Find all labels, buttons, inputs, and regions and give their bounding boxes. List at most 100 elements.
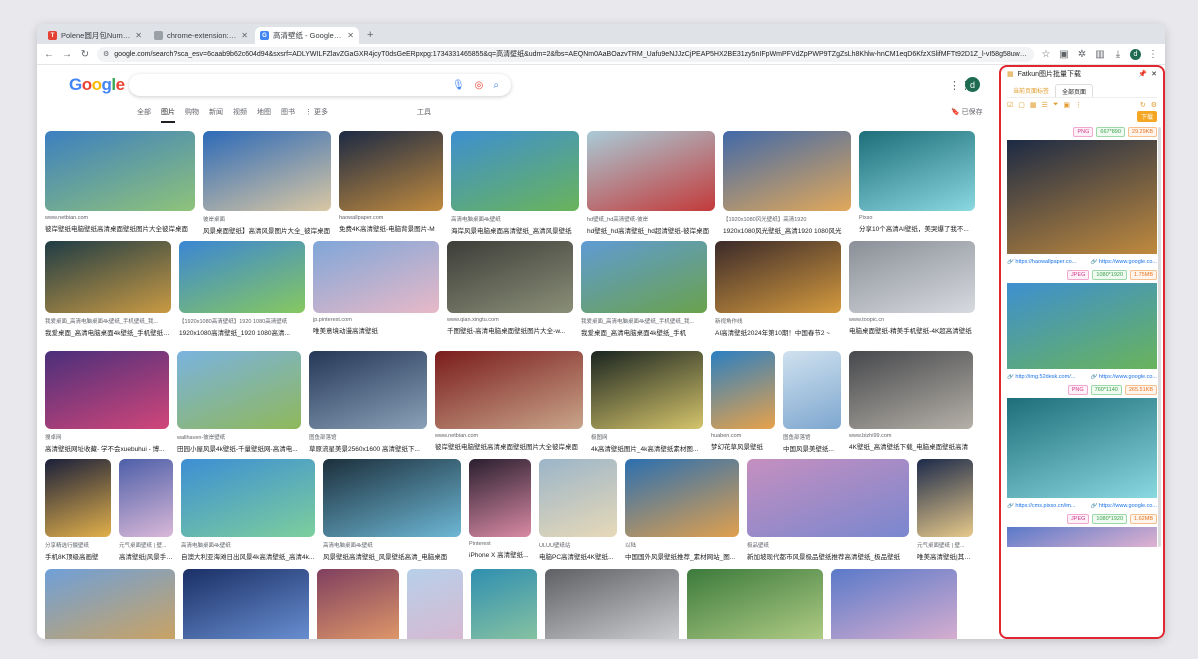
image-caption[interactable]: 电脑桌面壁纸-精美手机壁纸-4K超高清壁纸	[849, 325, 975, 335]
image-thumbnail[interactable]	[45, 459, 111, 537]
image-result[interactable]: 图鱼部落馆草原流星美景2560x1600 高清壁纸下...	[309, 351, 427, 453]
image-source[interactable]: 高清电脑桌面4k壁纸	[181, 541, 315, 549]
image-result[interactable]: 【1920x1080风光壁纸】高清1920 1920x1080风光壁纸_高清192…	[723, 131, 851, 235]
image-source[interactable]: 我爱桌面_高清电脑桌面4k壁纸_手机壁纸_我...	[45, 317, 171, 325]
image-source[interactable]: Pinterest	[469, 541, 531, 547]
search-tab[interactable]: 全部	[137, 107, 151, 123]
image-source[interactable]: www.qian.xingtu.com	[447, 317, 573, 323]
image-caption[interactable]: iPhone X 高清壁纸...	[469, 549, 531, 559]
image-result[interactable]	[317, 569, 399, 639]
browser-tab[interactable]: T Polene圆月包Number Nine 最✕	[43, 27, 147, 44]
account-avatar[interactable]: d	[965, 77, 980, 92]
download-button[interactable]: 下载	[1136, 111, 1157, 122]
image-caption[interactable]: AI高清壁纸2024年第10期！中国春节2 ~	[715, 327, 841, 337]
image-thumbnail[interactable]	[723, 131, 851, 211]
image-result[interactable]: wallhaven-彼岸壁纸 田园小屋风景4k壁纸-千量壁纸网-高清电...	[177, 351, 301, 453]
image-thumbnail[interactable]	[831, 569, 957, 639]
image-result[interactable]: 高清电脑桌面4k壁纸 自澳大利亚海滩日出风景4k高清壁纸_高清4k...	[181, 459, 315, 561]
image-thumbnail[interactable]	[747, 459, 909, 537]
image-source[interactable]: 高清电脑桌面4k壁纸	[451, 215, 579, 223]
image-result[interactable]: www.qian.xingtu.com 千图壁纸-高清电脑桌面壁纸图片大全-w..…	[447, 241, 573, 337]
image-thumbnail[interactable]	[625, 459, 739, 537]
search-tab[interactable]: 新闻	[209, 107, 223, 123]
image-thumbnail[interactable]	[119, 459, 173, 537]
image-result[interactable]: 高清电脑桌面4k壁纸 海岸风景电脑桌面高清壁纸_高清风景壁纸	[451, 131, 579, 235]
image-caption[interactable]: 免费4K高清壁纸-电脑背景图片-M	[339, 223, 443, 233]
saved-button[interactable]: 🔖 已保存	[951, 107, 983, 117]
image-caption[interactable]: hd壁纸_hd高清壁纸_hd超清壁纸-彼岸桌面	[587, 225, 715, 235]
image-result[interactable]: hd壁纸_hd高清壁纸-彼岸 hd壁纸_hd高清壁纸_hd超清壁纸-彼岸桌面	[587, 131, 715, 235]
image-result[interactable]: haowallpaper.com 免费4K高清壁纸-电脑背景图片-M	[339, 131, 443, 235]
image-source[interactable]: 新视角作线	[715, 317, 841, 325]
image-caption[interactable]: 中国风景美壁纸...	[783, 443, 841, 453]
forward-icon[interactable]: →	[61, 49, 73, 60]
search-tab[interactable]: 购物	[185, 107, 199, 123]
image-thumbnail[interactable]	[45, 241, 171, 313]
side-panel-icon[interactable]: ▥	[1094, 49, 1106, 60]
panel-image-item[interactable]: JPEG 1080*1920 1.75MB 🔗 http://img.52des…	[1007, 270, 1157, 380]
new-tab-button[interactable]: +	[361, 29, 379, 44]
filter-icon[interactable]: ⏷	[1053, 101, 1059, 109]
image-thumbnail[interactable]	[179, 241, 305, 313]
image-caption[interactable]: 新加坡现代都市风景极品壁纸推荐高清壁纸_极品壁纸	[747, 551, 909, 561]
image-result[interactable]: jp.pinterest.com 唯美意境动漫高清壁纸	[313, 241, 439, 337]
search-tab[interactable]: 图书	[281, 107, 295, 123]
image-thumbnail[interactable]	[407, 569, 463, 639]
search-box[interactable]: 🎙 ◎ ⌕	[129, 74, 511, 96]
select-all-icon[interactable]: ☑	[1007, 101, 1013, 109]
panel-scrollbar[interactable]	[1158, 127, 1161, 547]
image-result[interactable]	[687, 569, 823, 639]
image-thumbnail[interactable]	[917, 459, 973, 537]
panel-image-item[interactable]: PNG 760*1140 265.51KB 🔗 https://cms.pixs…	[1007, 385, 1157, 509]
image-thumbnail[interactable]	[591, 351, 703, 429]
image-source[interactable]: hd壁纸_hd高清壁纸-彼岸	[587, 215, 715, 223]
image-source[interactable]: www.toopic.cn	[849, 317, 975, 323]
image-caption[interactable]: 手机8K顶级高画壁	[45, 551, 111, 561]
refresh-icon[interactable]: ↻	[1140, 101, 1146, 109]
panel-image-preview[interactable]	[1007, 527, 1157, 547]
page-url-link[interactable]: 🔗 https://www.google.co...	[1091, 259, 1157, 265]
image-result[interactable]: 极图网 4k高清壁纸图片_4k高清壁纸素材图...	[591, 351, 703, 453]
puzzle-icon[interactable]: ✲	[1076, 49, 1088, 60]
image-thumbnail[interactable]	[687, 569, 823, 639]
panel-image-item[interactable]: PNG 667*890 29.29KB 🔗 https://haowallpap…	[1007, 127, 1157, 265]
image-result[interactable]	[183, 569, 309, 639]
search-tab[interactable]: 图片	[161, 107, 175, 123]
image-caption[interactable]: 草原流星美景2560x1600 高清壁纸下...	[309, 443, 427, 453]
close-icon[interactable]: ✕	[1151, 70, 1157, 78]
image-source[interactable]: 彼岸桌面	[203, 215, 331, 223]
image-caption[interactable]: 高清壁纸|风景手机...	[119, 551, 173, 561]
address-bar[interactable]: ⚙ google.com/search?sca_esv=6caab9b62c60…	[97, 46, 1034, 62]
image-caption[interactable]: 高清壁纸网址收藏- 学不会xuebuhui - 博...	[45, 443, 169, 453]
image-source[interactable]: ULUU壁纸站	[539, 541, 617, 549]
tab-close-icon[interactable]: ✕	[135, 31, 142, 40]
extension-icon[interactable]: ▣	[1058, 49, 1070, 60]
more-icon[interactable]: ⋮	[1075, 101, 1082, 109]
image-thumbnail[interactable]	[469, 459, 531, 537]
settings-icon[interactable]: ⚙	[1151, 101, 1157, 109]
image-source[interactable]: 图鱼部落馆	[309, 433, 427, 441]
image-result[interactable]: 彼岸桌面 风景桌面壁纸】高清风景图片大全_彼岸桌面	[203, 131, 331, 235]
image-thumbnail[interactable]	[471, 569, 537, 639]
image-thumbnail[interactable]	[435, 351, 583, 429]
image-source[interactable]: 我爱桌面_高清电脑桌面4k壁纸_手机壁纸_我...	[581, 317, 707, 325]
image-thumbnail[interactable]	[451, 131, 579, 211]
image-thumbnail[interactable]	[181, 459, 315, 537]
image-thumbnail[interactable]	[317, 569, 399, 639]
pin-icon[interactable]: 📌	[1138, 70, 1147, 78]
image-thumbnail[interactable]	[849, 351, 973, 429]
search-icon[interactable]: ⌕	[493, 80, 499, 91]
image-result[interactable]: 新视角作线 AI高清壁纸2024年第10期！中国春节2 ~	[715, 241, 841, 337]
image-source[interactable]: 搜卓网	[45, 433, 169, 441]
menu-icon[interactable]: ⋮	[1147, 49, 1159, 60]
image-thumbnail[interactable]	[539, 459, 617, 537]
panel-image-preview[interactable]	[1007, 398, 1157, 498]
image-thumbnail[interactable]	[309, 351, 427, 429]
image-thumbnail[interactable]	[45, 131, 195, 211]
back-icon[interactable]: ←	[43, 49, 55, 60]
google-logo[interactable]: Google	[69, 75, 125, 95]
image-caption[interactable]: 梦幻花草风景壁纸	[711, 441, 775, 451]
tab-close-icon[interactable]: ✕	[241, 31, 248, 40]
image-thumbnail[interactable]	[859, 131, 975, 211]
image-result[interactable]: www.netbian.com 彼岸壁纸电脑壁纸高清桌面壁纸图片大全彼岸桌面	[435, 351, 583, 453]
